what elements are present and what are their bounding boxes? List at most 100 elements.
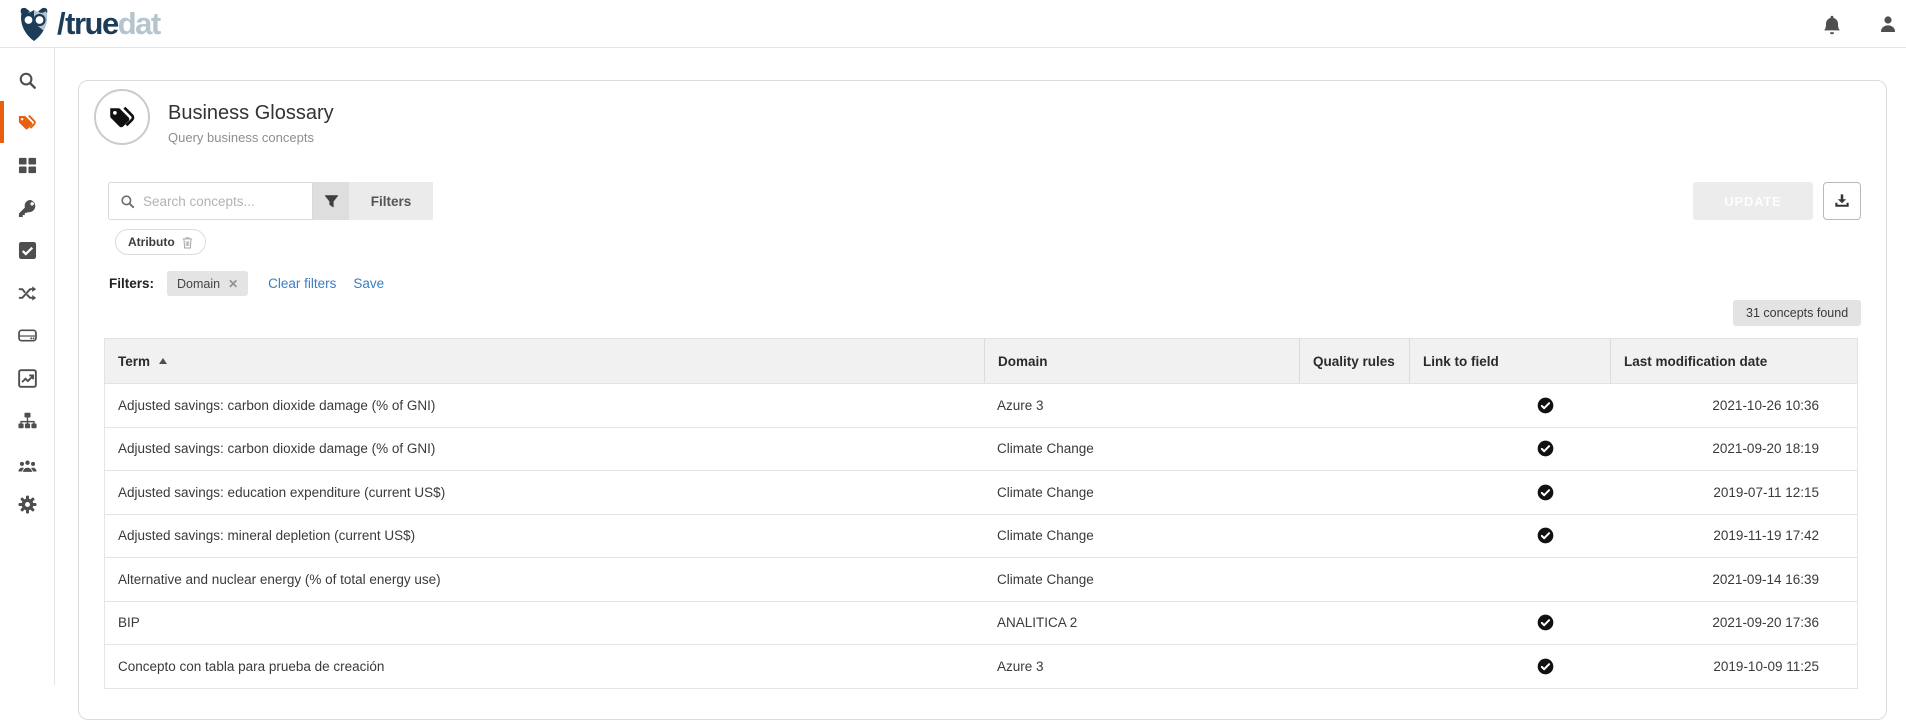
active-filters-bar: Filters: Domain Clear filters Save <box>109 271 401 296</box>
download-button[interactable] <box>1823 182 1861 220</box>
sidebar-item-permissions[interactable] <box>0 187 54 229</box>
filters-label: Filters: <box>109 276 154 291</box>
cell-term[interactable]: BIP <box>105 602 984 645</box>
user-profile-icon[interactable] <box>1879 15 1897 33</box>
cell-domain: ANALITICA 2 <box>984 602 1299 645</box>
filter-funnel-button[interactable] <box>313 182 349 220</box>
check-square-icon <box>18 241 37 260</box>
search-icon <box>18 71 37 90</box>
truedat-logo[interactable]: /truedat <box>14 4 160 44</box>
cell-link-to-field <box>1409 602 1610 645</box>
cell-last-modification-date: 2019-11-19 17:42 <box>1610 515 1859 558</box>
cell-link-to-field <box>1409 515 1610 558</box>
cell-last-modification-date: 2021-09-20 18:19 <box>1610 428 1859 471</box>
remove-filter-icon[interactable] <box>228 277 238 291</box>
cell-term[interactable]: Adjusted savings: education expenditure … <box>105 471 984 514</box>
sidebar-item-glossary[interactable] <box>0 101 54 143</box>
grid-icon <box>18 156 37 175</box>
sidebar-item-search[interactable] <box>0 59 54 101</box>
cell-domain: Climate Change <box>984 558 1299 601</box>
cell-last-modification-date: 2021-09-14 16:39 <box>1610 558 1859 601</box>
link-to-field-check-icon <box>1537 527 1554 544</box>
owl-logo-icon <box>14 4 54 44</box>
cell-term[interactable]: Concepto con tabla para prueba de creaci… <box>105 645 984 688</box>
glossary-badge <box>94 89 150 145</box>
table-row[interactable]: Adjusted savings: carbon dioxide damage … <box>105 428 1857 472</box>
concept-type-label: Atributo <box>128 235 175 249</box>
sidebar-nav <box>0 48 55 685</box>
column-header-label: Domain <box>998 354 1048 369</box>
search-icon <box>120 194 135 209</box>
concept-type-chip[interactable]: Atributo <box>115 229 206 255</box>
tags-icon <box>18 113 37 132</box>
cell-term[interactable]: Adjusted savings: carbon dioxide damage … <box>105 428 984 471</box>
column-header-label: Link to field <box>1423 354 1499 369</box>
update-button[interactable]: UPDATE <box>1693 182 1813 220</box>
link-to-field-check-icon <box>1537 397 1554 414</box>
cell-quality-rules <box>1299 558 1409 601</box>
table-row[interactable]: Adjusted savings: education expenditure … <box>105 471 1857 515</box>
cell-domain: Climate Change <box>984 428 1299 471</box>
column-header-label: Quality rules <box>1313 354 1395 369</box>
column-header-label: Term <box>118 354 150 369</box>
table-row[interactable]: Adjusted savings: carbon dioxide damage … <box>105 384 1857 428</box>
cell-last-modification-date: 2019-07-11 12:15 <box>1610 471 1859 514</box>
shuffle-icon <box>18 284 37 303</box>
search-input-wrap <box>108 182 313 220</box>
cell-quality-rules <box>1299 471 1409 514</box>
cell-link-to-field <box>1409 558 1610 601</box>
table-row[interactable]: Alternative and nuclear energy (% of tot… <box>105 558 1857 602</box>
sidebar-item-users[interactable] <box>0 444 54 486</box>
cell-quality-rules <box>1299 602 1409 645</box>
users-icon <box>18 456 37 475</box>
concepts-table: Term Domain Quality rules Link to field Last… <box>104 338 1858 689</box>
cell-last-modification-date: 2021-09-20 17:36 <box>1610 602 1859 645</box>
sidebar-item-lineage[interactable] <box>0 272 54 314</box>
table-header-row: Term Domain Quality rules Link to field Last… <box>104 338 1858 384</box>
sidebar-item-structures[interactable] <box>0 314 54 356</box>
column-header-term[interactable]: Term <box>105 339 984 383</box>
link-to-field-check-icon <box>1537 484 1554 501</box>
cell-domain: Climate Change <box>984 515 1299 558</box>
funnel-icon <box>324 194 339 209</box>
save-filters-link[interactable]: Save <box>353 276 384 291</box>
column-header-domain[interactable]: Domain <box>984 339 1299 383</box>
cell-term[interactable]: Adjusted savings: carbon dioxide damage … <box>105 384 984 427</box>
cell-link-to-field <box>1409 471 1610 514</box>
page-title: Business Glossary <box>168 102 334 125</box>
filter-chip-label: Domain <box>177 277 220 291</box>
table-row[interactable]: BIPANALITICA 2 2021-09-20 17:36 <box>105 602 1857 646</box>
cell-domain: Climate Change <box>984 471 1299 514</box>
sidebar-item-dashboards[interactable] <box>0 144 54 186</box>
sidebar-item-settings[interactable] <box>0 483 54 525</box>
sidebar-item-rules[interactable] <box>0 229 54 271</box>
column-header-quality-rules[interactable]: Quality rules <box>1299 339 1409 383</box>
cell-last-modification-date: 2021-10-26 10:36 <box>1610 384 1859 427</box>
clear-filters-link[interactable]: Clear filters <box>268 276 336 291</box>
column-header-link-to-field[interactable]: Link to field <box>1409 339 1610 383</box>
table-body: Adjusted savings: carbon dioxide damage … <box>104 384 1858 689</box>
results-count-badge: 31 concepts found <box>1733 300 1861 326</box>
gear-icon <box>18 495 37 514</box>
top-bar: /truedat <box>0 0 1906 48</box>
sidebar-item-domains[interactable] <box>0 399 54 441</box>
notifications-bell-icon[interactable] <box>1823 15 1841 35</box>
sidebar-item-insights[interactable] <box>0 357 54 399</box>
cell-quality-rules <box>1299 645 1409 688</box>
download-icon <box>1834 193 1850 209</box>
sort-ascending-icon <box>159 358 167 364</box>
cell-link-to-field <box>1409 384 1610 427</box>
cell-quality-rules <box>1299 384 1409 427</box>
cell-quality-rules <box>1299 515 1409 558</box>
logo-wordmark: /truedat <box>57 6 160 42</box>
cell-link-to-field <box>1409 645 1610 688</box>
filter-chip-domain[interactable]: Domain <box>167 271 248 296</box>
column-header-last-modification-date[interactable]: Last modification date <box>1610 339 1859 383</box>
cell-term[interactable]: Adjusted savings: mineral depletion (cur… <box>105 515 984 558</box>
cell-term[interactable]: Alternative and nuclear energy (% of tot… <box>105 558 984 601</box>
table-row[interactable]: Concepto con tabla para prueba de creaci… <box>105 645 1857 689</box>
search-input[interactable] <box>143 194 293 209</box>
filters-button[interactable]: Filters <box>349 182 433 220</box>
table-row[interactable]: Adjusted savings: mineral depletion (cur… <box>105 515 1857 559</box>
trash-icon[interactable] <box>182 236 193 249</box>
